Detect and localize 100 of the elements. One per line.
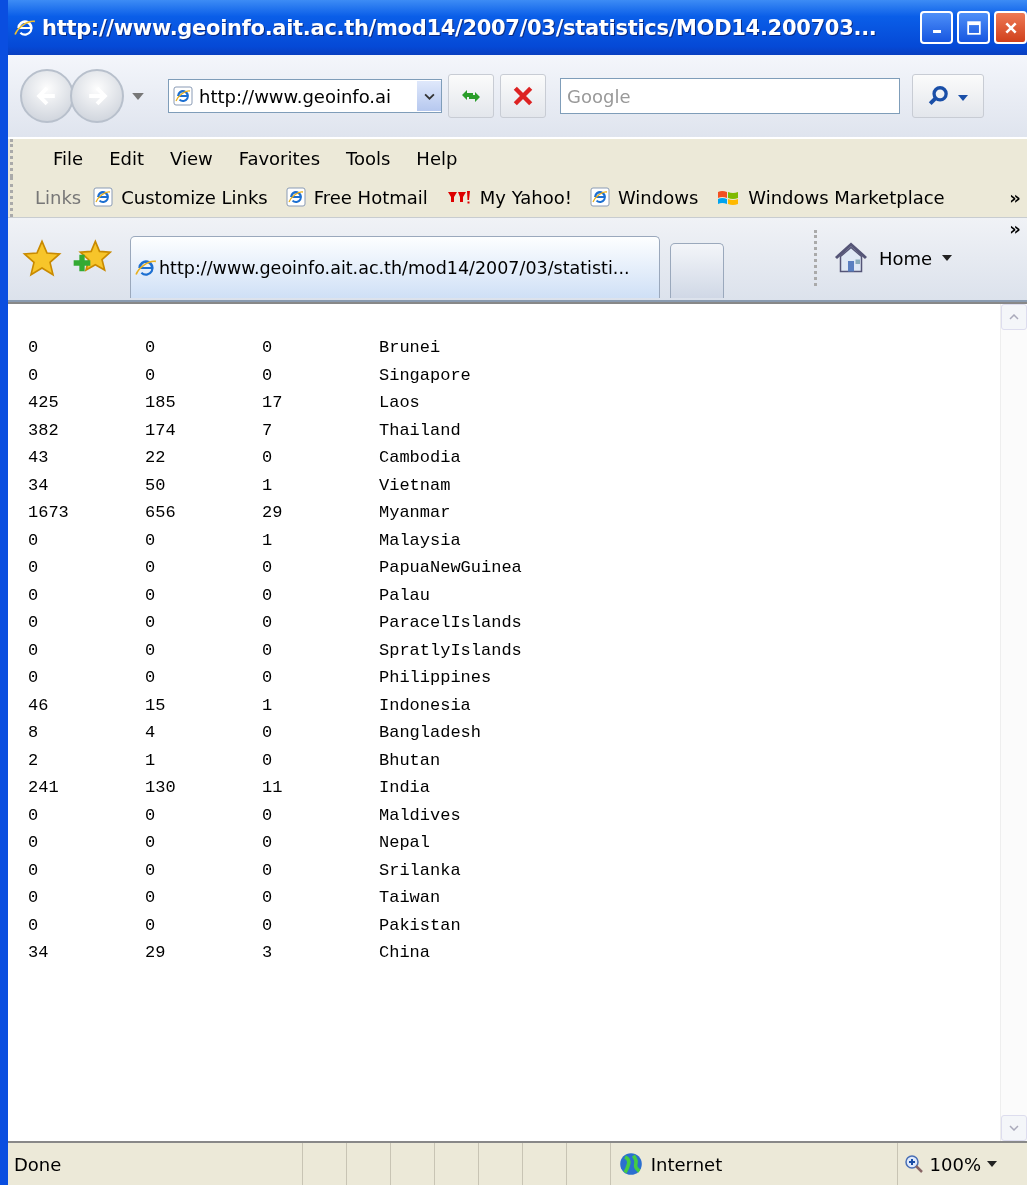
table-cell: 425 (28, 393, 59, 413)
table-cell: 15 (145, 695, 166, 715)
table-cell: Laos (379, 393, 420, 413)
globe-icon (618, 1152, 643, 1176)
stop-button[interactable] (500, 74, 546, 118)
table-cell: 0 (28, 530, 39, 550)
dropdown-button[interactable] (417, 81, 441, 111)
table-cell: 0 (145, 530, 156, 550)
menu-item[interactable]: Help (406, 147, 468, 169)
chevron-icon[interactable]: » (1009, 218, 1021, 239)
table-cell: 0 (145, 668, 156, 688)
link-button[interactable]: Customize Links (93, 186, 268, 208)
exclamation-logo-icon (445, 189, 472, 205)
caret-icon (987, 1161, 997, 1167)
table-cell: 34 (28, 475, 49, 495)
table-cell: 1673 (28, 503, 69, 523)
search-button[interactable] (912, 74, 984, 118)
menu-item[interactable]: Edit (99, 147, 154, 169)
menu-item[interactable]: Tools (336, 147, 401, 169)
menu-item[interactable]: Favorites (228, 147, 330, 169)
table-cell: 8 (28, 723, 39, 743)
zoom-button[interactable]: 100% (896, 1143, 1027, 1185)
table-cell: Indonesia (379, 695, 471, 715)
browser-tab[interactable]: http://www.geoinfo.ait.ac.th/mod14/2007/03/statisti... (130, 236, 660, 298)
table-cell: 0 (262, 750, 273, 770)
table-cell: 130 (145, 778, 176, 798)
table-cell: 0 (262, 888, 273, 908)
minimize-icon (932, 29, 941, 34)
link-button[interactable]: My Yahoo! (445, 186, 572, 208)
table-cell: Bhutan (379, 750, 441, 770)
flag-logo-icon (716, 188, 741, 206)
table-cell: 0 (28, 613, 39, 633)
table-cell: 0 (28, 365, 39, 385)
table-cell: 1 (262, 530, 273, 550)
star-icon[interactable] (22, 238, 62, 278)
table-cell: 3 (262, 943, 273, 963)
minimize-button[interactable] (920, 11, 953, 44)
table-cell: 0 (262, 668, 273, 688)
maximize-icon (966, 20, 981, 35)
table-cell: PapuaNewGuinea (379, 558, 522, 578)
menu-item[interactable]: View (160, 147, 223, 169)
table-cell: Philippines (379, 668, 492, 688)
table-cell: 0 (28, 585, 39, 605)
table-cell: 0 (145, 640, 156, 660)
table-cell: Myanmar (379, 503, 451, 523)
new-tab-button[interactable] (670, 243, 724, 298)
page-icon (93, 187, 114, 207)
home-button[interactable]: Home (827, 240, 959, 276)
refresh-button[interactable] (448, 74, 494, 118)
link-button[interactable]: Windows (589, 186, 699, 208)
table-cell: 0 (145, 613, 156, 633)
table-cell: 241 (28, 778, 59, 798)
table-cell: 0 (145, 888, 156, 908)
table-cell: Brunei (379, 338, 441, 358)
table-cell: 0 (262, 723, 273, 743)
table-cell: 0 (28, 668, 39, 688)
table-cell: 46 (28, 695, 49, 715)
table-cell: Vietnam (379, 475, 451, 495)
page-icon (589, 187, 610, 207)
search-field[interactable]: Google (560, 78, 900, 114)
table-cell: Bangladesh (379, 723, 482, 743)
chevron-icon[interactable]: » (1009, 186, 1021, 208)
link-button[interactable]: Windows Marketplace (716, 186, 945, 208)
table-cell: Taiwan (379, 888, 441, 908)
table-cell: Palau (379, 585, 430, 605)
table-cell: 0 (145, 365, 156, 385)
close-button[interactable] (994, 11, 1027, 44)
table-cell: 0 (28, 833, 39, 853)
link-button[interactable]: Free Hotmail (285, 186, 428, 208)
table-cell: 0 (262, 833, 273, 853)
scroll-up-icon (1009, 314, 1019, 320)
table-cell: Singapore (379, 365, 471, 385)
table-cell: 0 (28, 558, 39, 578)
table-cell: 1 (262, 475, 273, 495)
table-cell: 174 (145, 420, 176, 440)
table-cell: 29 (262, 503, 283, 523)
table-cell: Nepal (379, 833, 430, 853)
menu-item[interactable]: File (43, 147, 94, 169)
address-field[interactable]: http://www.geoinfo.ai (168, 79, 442, 113)
links-label: Links (35, 186, 82, 208)
table-cell: 0 (262, 338, 273, 358)
zone-label: Internet (650, 1153, 723, 1175)
caret-icon[interactable] (132, 92, 144, 100)
scroll-down-icon (1009, 1125, 1019, 1131)
caret-icon (958, 94, 968, 101)
table-cell: 0 (262, 613, 273, 633)
table-cell: India (379, 778, 430, 798)
stop-icon (512, 85, 534, 107)
table-cell: 656 (145, 503, 176, 523)
table-cell: Srilanka (379, 860, 461, 880)
table-cell: SpratlyIslands (379, 640, 522, 660)
scrollbar[interactable] (1000, 304, 1027, 1141)
table-cell: 0 (262, 805, 273, 825)
table-cell: 4 (145, 723, 156, 743)
table-cell: 0 (28, 888, 39, 908)
status-text: Done (13, 1153, 63, 1175)
table-cell: ParacelIslands (379, 613, 522, 633)
table-cell: 0 (262, 585, 273, 605)
maximize-button[interactable] (957, 11, 990, 44)
table-cell: 0 (262, 640, 273, 660)
